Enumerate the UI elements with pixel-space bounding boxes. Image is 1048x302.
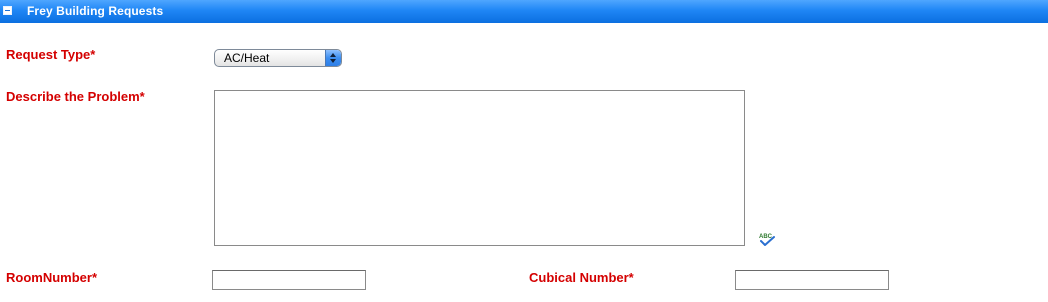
problem-description-textarea[interactable] [214, 90, 745, 246]
cubical-number-input[interactable] [735, 270, 889, 290]
select-arrows-icon [325, 50, 341, 66]
building-request-form-page: Frey Building Requests Request Type* AC/… [0, 0, 1048, 302]
section-header-bar: Frey Building Requests [0, 0, 1048, 23]
request-type-label: Request Type* [6, 47, 96, 62]
cubical-number-label: Cubical Number* [529, 270, 634, 285]
room-number-label: RoomNumber* [6, 270, 98, 285]
request-type-selected-value: AC/Heat [224, 51, 270, 65]
collapse-toggle-button[interactable] [3, 6, 12, 15]
minus-icon [5, 10, 10, 11]
section-title: Frey Building Requests [27, 4, 164, 18]
request-type-select[interactable]: AC/Heat [214, 49, 342, 67]
describe-problem-label: Describe the Problem* [6, 89, 145, 104]
spellcheck-icon[interactable]: ABC [758, 231, 776, 247]
room-number-input[interactable] [212, 270, 366, 290]
